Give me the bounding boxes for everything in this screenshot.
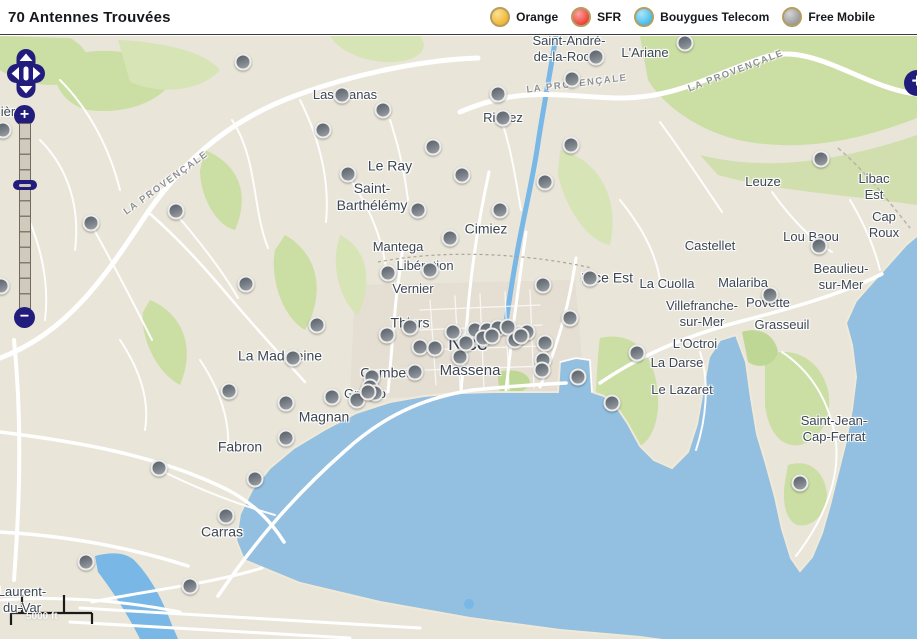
antenna-marker[interactable]: [570, 369, 587, 386]
antenna-marker[interactable]: [379, 327, 396, 344]
antenna-marker[interactable]: [629, 345, 646, 362]
legend-dot-icon: [634, 7, 654, 27]
antenna-marker[interactable]: [492, 202, 509, 219]
zoom-handle-slit-icon: [19, 184, 31, 187]
antenna-marker[interactable]: [309, 317, 326, 334]
pond: [464, 599, 474, 609]
antenna-marker[interactable]: [324, 389, 341, 406]
antenna-marker[interactable]: [221, 383, 238, 400]
legend-dot-icon: [571, 7, 591, 27]
antenna-marker[interactable]: [563, 137, 580, 154]
legend-label: Bouygues Telecom: [660, 10, 769, 24]
antenna-marker[interactable]: [425, 139, 442, 156]
map-viewport[interactable]: Saint-André- de-la-RocheL'ArianeLas Plan…: [0, 36, 917, 639]
page-title: 70 Antennes Trouvées: [8, 9, 171, 26]
antenna-marker[interactable]: [247, 471, 264, 488]
legend-item-bouygues-telecom: Bouygues Telecom: [634, 7, 769, 27]
antenna-marker[interactable]: [537, 335, 554, 352]
legend-item-sfr: SFR: [571, 7, 621, 27]
antenna-marker[interactable]: [315, 122, 332, 139]
antenna-marker[interactable]: [422, 262, 439, 279]
antenna-marker[interactable]: [78, 554, 95, 571]
legend: Orange SFR Bouygues Telecom Free Mobile: [490, 7, 875, 27]
antenna-marker[interactable]: [792, 475, 809, 492]
antenna-marker[interactable]: [484, 328, 501, 345]
antenna-marker[interactable]: [490, 86, 507, 103]
antenna-marker[interactable]: [402, 319, 419, 336]
antenna-marker[interactable]: [513, 328, 530, 345]
antenna-marker[interactable]: [427, 340, 444, 357]
antenna-marker[interactable]: [340, 166, 357, 183]
antenna-marker[interactable]: [495, 110, 512, 127]
legend-label: Orange: [516, 10, 558, 24]
antenna-marker[interactable]: [582, 270, 599, 287]
legend-label: Free Mobile: [808, 10, 875, 24]
antenna-marker[interactable]: [813, 151, 830, 168]
header: 70 Antennes Trouvées Orange SFR Bouygues T…: [0, 0, 917, 35]
legend-item-orange: Orange: [490, 7, 558, 27]
antenna-marker[interactable]: [442, 230, 459, 247]
antenna-marker[interactable]: [218, 508, 235, 525]
antenna-marker[interactable]: [588, 49, 605, 66]
legend-dot-icon: [782, 7, 802, 27]
legend-label: SFR: [597, 10, 621, 24]
antenna-marker[interactable]: [278, 430, 295, 447]
scale-label: 5000 ft: [26, 611, 58, 622]
antenna-marker[interactable]: [83, 215, 100, 232]
antenna-marker[interactable]: [285, 350, 302, 367]
antenna-marker[interactable]: [562, 310, 579, 327]
antenna-marker[interactable]: [458, 335, 475, 352]
zoom-slider-handle[interactable]: [13, 180, 37, 190]
pan-control[interactable]: [7, 49, 45, 98]
legend-item-free-mobile: Free Mobile: [782, 7, 875, 27]
antenna-marker[interactable]: [334, 87, 351, 104]
antenna-marker[interactable]: [407, 364, 424, 381]
antenna-marker[interactable]: [564, 71, 581, 88]
antenna-marker[interactable]: [811, 238, 828, 255]
antenna-marker[interactable]: [168, 203, 185, 220]
antenna-marker[interactable]: [182, 578, 199, 595]
zoom-out-button[interactable]: −: [14, 307, 35, 328]
pan-center-icon: [24, 67, 29, 81]
antenna-marker[interactable]: [235, 54, 252, 71]
legend-dot-icon: [490, 7, 510, 27]
antenna-marker[interactable]: [604, 395, 621, 412]
antenna-marker[interactable]: [535, 277, 552, 294]
antenna-marker[interactable]: [410, 202, 427, 219]
antenna-marker[interactable]: [238, 276, 255, 293]
antenna-marker[interactable]: [534, 362, 551, 379]
antenna-marker[interactable]: [278, 395, 295, 412]
antenna-marker[interactable]: [380, 265, 397, 282]
zoom-slider-track[interactable]: [19, 123, 31, 309]
antenna-marker[interactable]: [151, 460, 168, 477]
antenna-marker[interactable]: [537, 174, 554, 191]
app: 70 Antennes Trouvées Orange SFR Bouygues T…: [0, 0, 917, 639]
antenna-marker[interactable]: [360, 384, 377, 401]
antenna-marker[interactable]: [454, 167, 471, 184]
antenna-marker[interactable]: [762, 287, 779, 304]
antenna-marker[interactable]: [375, 102, 392, 119]
